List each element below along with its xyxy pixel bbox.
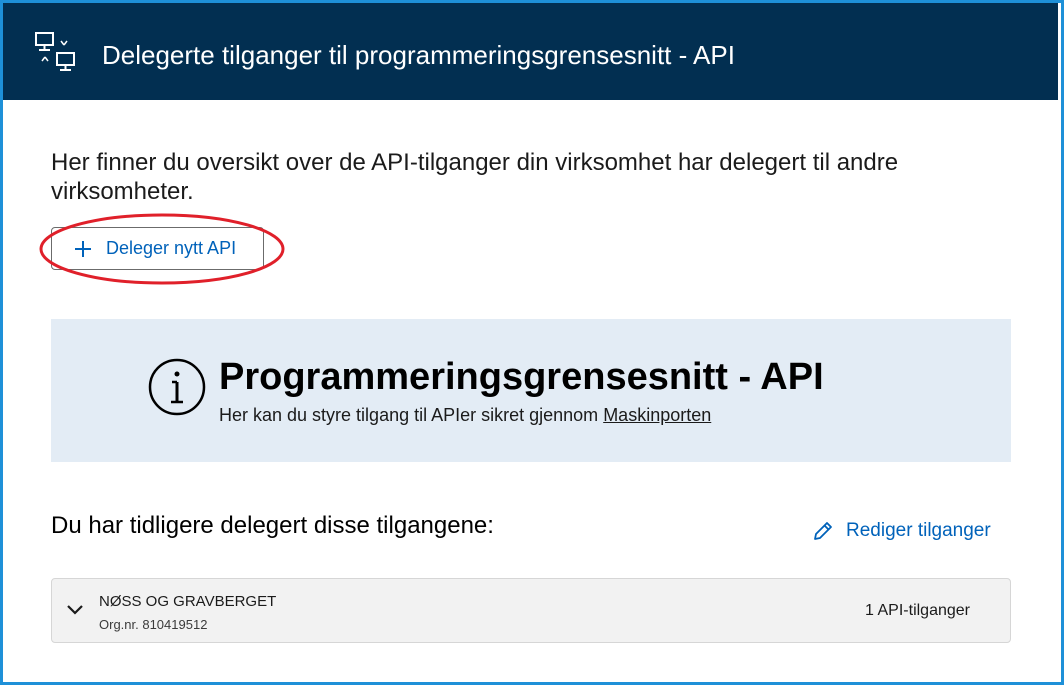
pencil-icon (814, 522, 832, 540)
organization-name: NØSS OG GRAVBERGET (99, 593, 277, 610)
page-header: Delegerte tilganger til programmeringsgr… (3, 3, 1058, 100)
info-icon (148, 358, 206, 416)
edit-access-label: Rediger tilganger (846, 520, 991, 541)
chevron-down-icon (67, 605, 83, 615)
info-panel-description: Her kan du styre tilgang til APIer sikre… (219, 405, 711, 426)
delegations-section-title: Du har tidligere delegert disse tilgange… (51, 512, 494, 539)
api-access-count: 1 API-tilganger (865, 602, 970, 619)
organization-row[interactable]: NØSS OG GRAVBERGET Org.nr. 810419512 1 A… (51, 578, 1011, 643)
info-panel-title: Programmeringsgrensesnitt - API (219, 356, 824, 398)
plus-icon (75, 240, 91, 257)
organization-number: Org.nr. 810419512 (99, 617, 208, 632)
maskinporten-link[interactable]: Maskinporten (603, 405, 711, 425)
delegate-new-api-button[interactable]: Deleger nytt API (51, 227, 264, 270)
info-panel-description-text: Her kan du styre tilgang til APIer sikre… (219, 405, 604, 425)
page-title: Delegerte tilganger til programmeringsgr… (102, 40, 735, 70)
intro-text: Her finner du oversikt over de API-tilga… (51, 149, 899, 205)
delegate-new-api-label: Deleger nytt API (106, 238, 237, 258)
api-computers-icon (35, 32, 75, 71)
info-panel: Programmeringsgrensesnitt - API Her kan … (51, 319, 1011, 462)
edit-access-button[interactable]: Rediger tilganger (812, 520, 991, 542)
